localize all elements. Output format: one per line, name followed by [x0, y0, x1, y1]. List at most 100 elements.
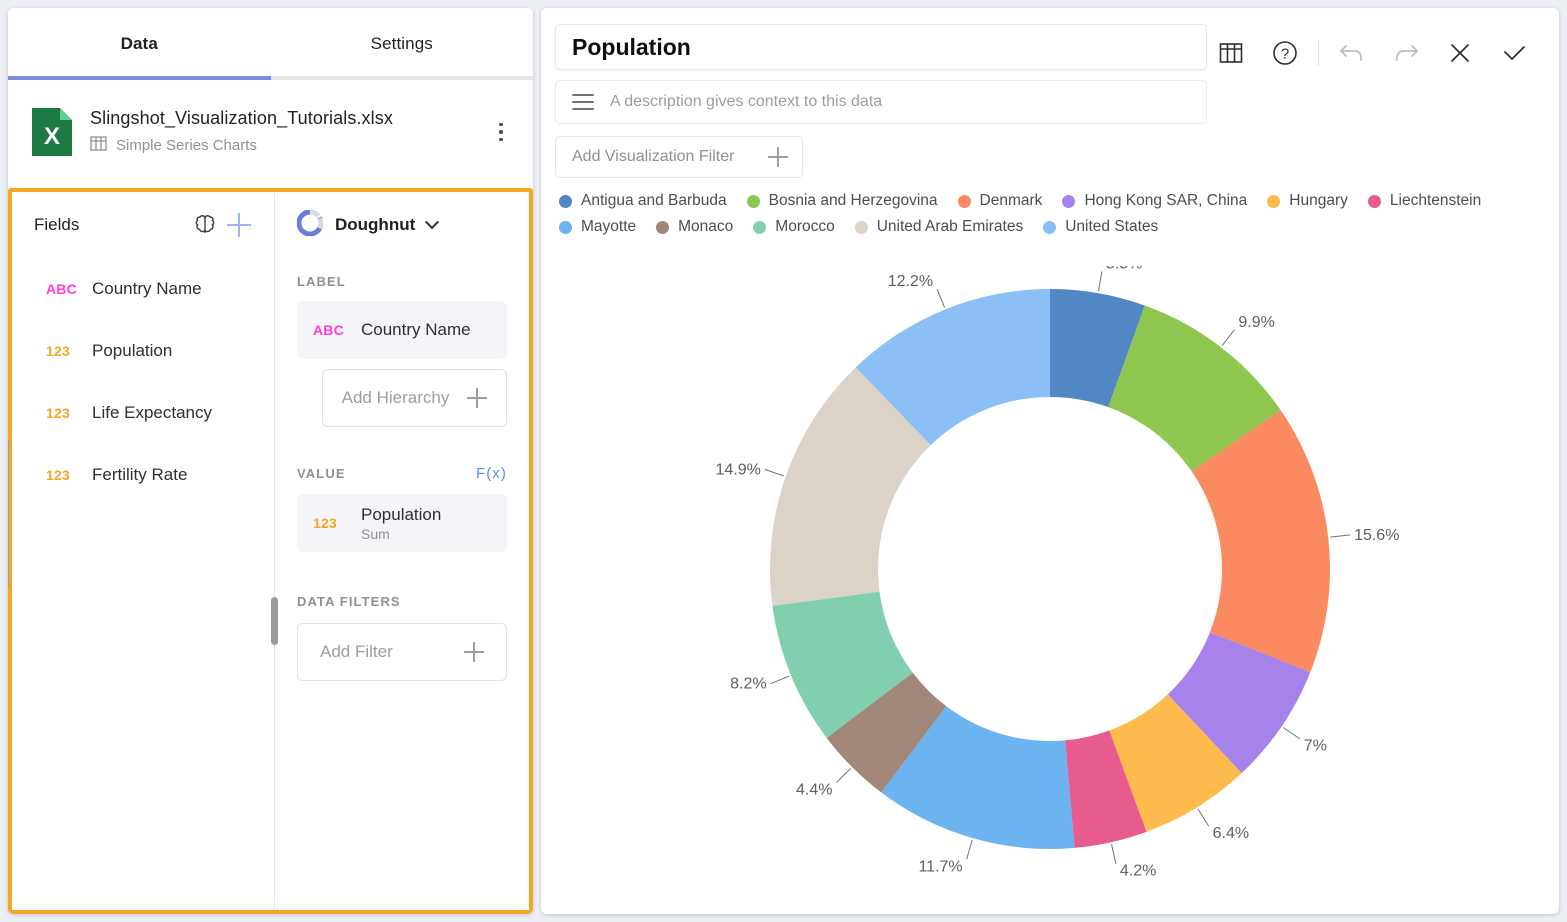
plus-icon — [467, 388, 488, 408]
chart-type-selector[interactable]: Doughnut — [275, 192, 529, 258]
value-field-pill[interactable]: 123 Population Sum — [297, 494, 507, 552]
kebab-menu-icon[interactable] — [487, 113, 515, 151]
add-visualization-filter-button[interactable]: Add Visualization Filter — [555, 136, 803, 178]
confirm-button[interactable] — [1487, 30, 1541, 76]
legend-color-swatch — [656, 220, 670, 234]
label-field-pill[interactable]: ABC Country Name — [297, 301, 507, 359]
visualization-editor: Data Settings X Slingshot_Visualization_… — [0, 0, 1567, 922]
add-filter-label: Add Filter — [320, 642, 393, 661]
description-lines-icon — [572, 94, 594, 110]
legend-item[interactable]: United Arab Emirates — [854, 218, 1024, 236]
field-item-fertility-rate[interactable]: 123 Fertility Rate — [12, 444, 274, 506]
value-section-heading-row: VALUE F(x) — [275, 465, 529, 482]
legend-label: Antigua and Barbuda — [581, 192, 727, 209]
viz-title-input[interactable]: Population — [555, 24, 1207, 70]
viz-description-placeholder: A description gives context to this data — [610, 93, 883, 110]
legend-item[interactable]: Liechtenstein — [1367, 192, 1481, 210]
tab-data[interactable]: Data — [8, 8, 271, 80]
slice-percent-label: 7% — [1304, 738, 1327, 755]
cancel-button[interactable] — [1433, 30, 1487, 76]
legend-item[interactable]: Monaco — [656, 218, 733, 236]
legend-color-swatch — [1267, 194, 1281, 208]
field-item-population[interactable]: 123 Population — [12, 320, 274, 382]
legend-label: Bosnia and Herzegovina — [768, 192, 938, 209]
field-label: Fertility Rate — [92, 465, 188, 484]
fields-column: Fields ABC Country Name 123 Population 1… — [12, 192, 275, 910]
legend-label: Mayotte — [581, 218, 637, 235]
fx-button[interactable]: F(x) — [476, 465, 507, 482]
visualization-preview-panel: Population A description gives context t… — [541, 8, 1559, 914]
fields-and-viz-config: Fields ABC Country Name 123 Population 1… — [8, 188, 533, 914]
datasource-sheet-row: Simple Series Charts — [90, 135, 471, 156]
datasource-row[interactable]: X Slingshot_Visualization_Tutorials.xlsx… — [8, 80, 533, 184]
legend-color-swatch — [957, 194, 971, 208]
help-button[interactable]: ? — [1258, 30, 1312, 76]
doughnut-icon — [296, 208, 324, 241]
undo-button[interactable] — [1325, 30, 1379, 76]
slice-percent-label: 14.9% — [716, 461, 761, 478]
legend-color-swatch — [1062, 194, 1076, 208]
slice-percent-label: 5.5% — [1106, 266, 1142, 272]
slice-leader-line — [1111, 844, 1117, 864]
field-type-badge: 123 — [46, 405, 70, 421]
slice-leader-line — [764, 468, 784, 477]
left-panel-scrollbar[interactable] — [8, 438, 9, 588]
label-section-heading: LABEL — [297, 274, 346, 289]
legend-color-swatch — [1043, 220, 1057, 234]
field-label: Population — [92, 341, 173, 360]
add-field-button[interactable] — [222, 208, 256, 242]
redo-button[interactable] — [1379, 30, 1433, 76]
field-item-country-name[interactable]: ABC Country Name — [12, 258, 274, 320]
field-type-badge: ABC — [46, 281, 77, 297]
legend-item[interactable]: Hong Kong SAR, China — [1062, 192, 1247, 210]
slice-leader-line — [1282, 727, 1301, 740]
label-section-heading-row: LABEL — [275, 274, 529, 289]
legend-label: Denmark — [979, 192, 1043, 209]
slice-percent-label: 4.4% — [796, 782, 832, 799]
legend-label: Hungary — [1289, 192, 1348, 209]
legend-item[interactable]: Denmark — [957, 192, 1043, 210]
plus-icon — [227, 213, 251, 237]
field-type-badge: 123 — [46, 467, 70, 483]
slice-leader-line — [836, 768, 851, 783]
add-visualization-filter-label: Add Visualization Filter — [572, 148, 735, 165]
legend-item[interactable]: Bosnia and Herzegovina — [746, 192, 938, 210]
plus-icon — [464, 642, 484, 662]
datasource-filename: Slingshot_Visualization_Tutorials.xlsx — [90, 108, 393, 128]
brain-icon[interactable] — [188, 208, 222, 242]
viz-column-scrollbar[interactable] — [271, 597, 278, 645]
doughnut-chart-svg: 5.5% 9.9% 15.6% 7% 6.4% 4.2% 11.7% 4.4% 8.2% 14.9… — [716, 266, 1400, 880]
field-item-life-expectancy[interactable]: 123 Life Expectancy — [12, 382, 274, 444]
slice-leader-line — [966, 839, 973, 860]
fields-title: Fields — [34, 215, 80, 234]
legend-label: Monaco — [678, 218, 734, 235]
legend-label: Hong Kong SAR, China — [1084, 192, 1248, 209]
slice-percent-label: 11.7% — [918, 858, 962, 875]
value-field-aggregation: Sum — [361, 525, 390, 542]
add-filter-button[interactable]: Add Filter — [297, 623, 507, 681]
legend-color-swatch — [1367, 194, 1381, 208]
plus-icon — [768, 147, 788, 167]
legend-item[interactable]: Morocco — [753, 218, 835, 236]
legend-color-swatch — [753, 220, 767, 234]
legend-label: United Arab Emirates — [876, 218, 1024, 235]
datasource-meta: Slingshot_Visualization_Tutorials.xlsx S… — [90, 108, 471, 156]
legend-item[interactable]: Hungary — [1267, 192, 1348, 210]
add-hierarchy-button[interactable]: Add Hierarchy — [322, 369, 507, 427]
viz-description-input[interactable]: A description gives context to this data — [555, 80, 1207, 124]
legend-item[interactable]: Mayotte — [559, 218, 636, 236]
slice-leader-line — [936, 288, 946, 308]
value-field-name: Population — [361, 504, 442, 524]
legend-item[interactable]: Antigua and Barbuda — [559, 192, 727, 210]
svg-text:X: X — [44, 123, 60, 150]
datasource-sheet-name: Simple Series Charts — [116, 137, 257, 154]
chevron-down-icon — [425, 215, 440, 230]
tab-settings[interactable]: Settings — [271, 8, 534, 80]
table-view-button[interactable] — [1204, 30, 1258, 76]
legend-item[interactable]: United States — [1043, 218, 1158, 236]
chart-legend: Antigua and Barbuda Bosnia and Herzegovin… — [541, 192, 1531, 236]
legend-label: United States — [1065, 218, 1159, 235]
value-section-heading: VALUE — [297, 466, 346, 481]
slice-percent-label: 12.2% — [888, 273, 933, 290]
slice-leader-line — [1330, 534, 1351, 538]
